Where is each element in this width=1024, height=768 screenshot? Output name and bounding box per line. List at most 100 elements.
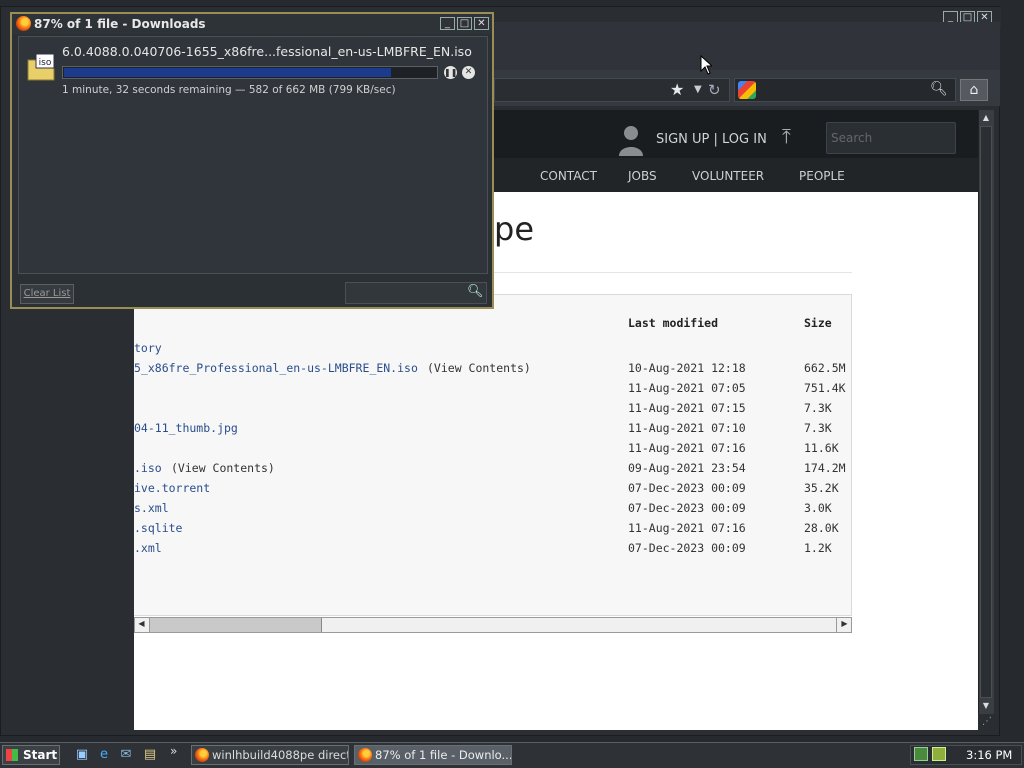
file-size: 174.2M	[804, 461, 846, 475]
vertical-scroll-thumb[interactable]	[980, 126, 992, 698]
downloads-window: 87% of 1 file - Downloads _ □ ✕ iso 6.0.…	[10, 12, 494, 309]
file-link[interactable]: .iso	[134, 461, 162, 475]
file-modified: 11-Aug-2021 07:10	[628, 421, 746, 435]
taskbar-item-label: winlhbuild4088pe director...	[212, 748, 348, 762]
table-row: s.xml 07-Dec-2023 00:09 3.0K	[134, 501, 851, 521]
pause-icon[interactable]: ❚❚	[444, 66, 457, 79]
file-size: 1.2K	[804, 541, 832, 555]
nav-volunteer[interactable]: VOLUNTEER	[692, 169, 764, 183]
file-size: 7.3K	[804, 421, 832, 435]
site-search-input[interactable]: Search	[826, 122, 956, 154]
file-modified: 07-Dec-2023 00:09	[628, 541, 746, 555]
table-row: .sqlite 11-Aug-2021 07:16 28.0K	[134, 521, 851, 541]
url-dropdown-icon[interactable]: ▼	[694, 84, 702, 95]
cancel-download-icon[interactable]: ✕	[462, 66, 475, 79]
quicklaunch-chevron-icon[interactable]: »	[170, 744, 177, 758]
file-link[interactable]: .sqlite	[134, 521, 182, 535]
file-link[interactable]: ive.torrent	[134, 481, 210, 495]
table-row: 5_x86fre_Professional_en-us-LMBFRE_EN.is…	[134, 361, 851, 381]
signup-login-link[interactable]: SIGN UP | LOG IN	[656, 132, 767, 147]
magnifier-icon[interactable]: 🔍︎	[467, 284, 484, 299]
column-header-size[interactable]: Size	[804, 316, 832, 330]
clock[interactable]: 3:16 PM	[966, 748, 1012, 762]
download-progress-fill	[64, 68, 391, 77]
outlook-icon[interactable]: ✉	[118, 747, 134, 763]
resize-grip-icon[interactable]: ⋰	[982, 716, 992, 727]
table-row: 11-Aug-2021 07:05 751.4K	[134, 381, 851, 401]
view-contents-link[interactable]: (View Contents)	[427, 361, 531, 375]
table-row: .iso (View Contents) 09-Aug-2021 23:54 174.…	[134, 461, 851, 481]
show-desktop-icon[interactable]: ▣	[74, 747, 90, 763]
internet-explorer-icon[interactable]: e	[96, 747, 112, 763]
firefox-icon	[358, 748, 372, 762]
network-icon[interactable]	[914, 747, 928, 761]
file-size: 662.5M	[804, 361, 846, 375]
scroll-down-arrow-icon[interactable]: ▼	[978, 698, 994, 714]
mouse-cursor-icon	[700, 55, 712, 75]
table-row: 11-Aug-2021 07:15 7.3K	[134, 401, 851, 421]
table-row: 11-Aug-2021 07:16 11.6K	[134, 441, 851, 461]
file-size: 28.0K	[804, 521, 839, 535]
file-size: 3.0K	[804, 501, 832, 515]
table-row: .xml 07-Dec-2023 00:09 1.2K	[134, 541, 851, 561]
table-row: tory	[134, 341, 851, 361]
file-link[interactable]: 04-11_thumb.jpg	[134, 421, 238, 435]
nav-jobs[interactable]: JOBS	[628, 169, 657, 183]
download-status: 1 minute, 32 seconds remaining — 582 of …	[62, 84, 396, 96]
file-size: 751.4K	[804, 381, 846, 395]
downloads-search-input[interactable]	[345, 282, 487, 304]
file-modified: 09-Aug-2021 23:54	[628, 461, 746, 475]
horizontal-scroll-thumb[interactable]	[150, 618, 322, 632]
file-modified: 11-Aug-2021 07:15	[628, 401, 746, 415]
taskbar-item-downloads[interactable]: 87% of 1 file - Downlo...	[354, 745, 512, 765]
taskbar-item-browser[interactable]: winlhbuild4088pe director...	[191, 745, 349, 765]
search-icon[interactable]: 🔍︎	[930, 81, 948, 97]
bookmark-star-icon[interactable]: ★	[670, 82, 684, 98]
scroll-right-arrow-icon[interactable]: ▶	[836, 617, 852, 633]
volume-icon[interactable]	[932, 747, 946, 761]
svg-text:iso: iso	[39, 58, 52, 68]
page-heading: pe	[494, 210, 534, 248]
scroll-left-arrow-icon[interactable]: ◀	[134, 617, 150, 633]
firefox-icon	[195, 748, 209, 762]
file-modified: 11-Aug-2021 07:16	[628, 441, 746, 455]
file-modified: 07-Dec-2023 00:09	[628, 481, 746, 495]
explorer-icon[interactable]: ▤	[142, 747, 158, 763]
download-filename[interactable]: 6.0.4088.0.040706-1655_x86fre...fessiona…	[62, 44, 472, 59]
tab-strip	[494, 22, 1000, 70]
nav-contact[interactable]: CONTACT	[540, 169, 597, 183]
upload-icon[interactable]: ⤒	[782, 124, 791, 148]
downloads-close-button[interactable]: ✕	[474, 17, 489, 30]
google-icon[interactable]	[738, 81, 756, 99]
table-row: 04-11_thumb.jpg 11-Aug-2021 07:10 7.3K	[134, 421, 851, 441]
directory-listing: Last modified Size tory 5_x86fre_Professi…	[134, 294, 852, 616]
home-button[interactable]: ⌂	[960, 79, 988, 101]
file-size: 7.3K	[804, 401, 832, 415]
column-header-modified[interactable]: Last modified	[628, 316, 718, 330]
listing-header-row: Last modified Size	[134, 316, 851, 336]
windows-logo-icon	[6, 749, 18, 761]
view-contents-link[interactable]: (View Contents)	[171, 461, 275, 475]
reload-icon[interactable]: ↻	[708, 81, 721, 99]
file-modified: 10-Aug-2021 12:18	[628, 361, 746, 375]
downloads-minimize-button[interactable]: _	[440, 17, 455, 30]
downloads-title: 87% of 1 file - Downloads	[34, 17, 206, 31]
file-link[interactable]: tory	[134, 341, 162, 355]
search-bar[interactable]	[734, 78, 956, 102]
table-row: ive.torrent 07-Dec-2023 00:09 35.2K	[134, 481, 851, 501]
scroll-up-arrow-icon[interactable]: ▲	[978, 110, 994, 126]
firefox-icon	[16, 16, 31, 31]
file-link[interactable]: 5_x86fre_Professional_en-us-LMBFRE_EN.is…	[134, 361, 418, 375]
downloads-maximize-button[interactable]: □	[457, 17, 472, 30]
iso-file-icon: iso	[27, 53, 55, 81]
file-modified: 11-Aug-2021 07:05	[628, 381, 746, 395]
taskbar-item-label: 87% of 1 file - Downlo...	[375, 748, 512, 762]
file-link[interactable]: .xml	[134, 541, 162, 555]
file-link[interactable]: s.xml	[134, 501, 169, 515]
user-icon[interactable]	[618, 124, 644, 156]
file-modified: 07-Dec-2023 00:09	[628, 501, 746, 515]
nav-people[interactable]: PEOPLE	[799, 169, 845, 183]
clear-list-button[interactable]: Clear List	[20, 284, 74, 304]
file-size: 35.2K	[804, 481, 839, 495]
divider	[494, 272, 852, 273]
